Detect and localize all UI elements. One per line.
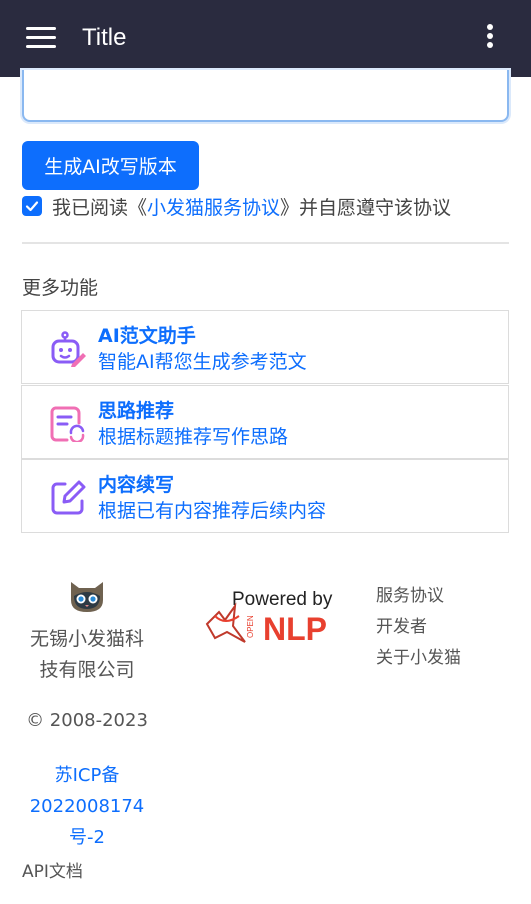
page-title: Title xyxy=(82,24,127,51)
powered-by-text: Powered by xyxy=(232,589,333,610)
document-refresh-icon xyxy=(50,406,85,442)
icp-line: 苏ICP备 xyxy=(54,765,120,786)
powered-by-opennlp-logo: Powered by OPEN NLP xyxy=(205,589,333,646)
content-textarea[interactable] xyxy=(22,70,509,122)
open-text: OPEN xyxy=(246,615,255,638)
agree-prefix: 我已阅读《 xyxy=(52,196,148,219)
feature-idea-recommend[interactable]: 思路推荐 根据标题推荐写作思路 xyxy=(21,385,509,459)
footer-link-developer[interactable]: 开发者 xyxy=(376,612,461,643)
hamburger-menu-icon[interactable] xyxy=(26,27,56,49)
more-vertical-icon[interactable] xyxy=(482,24,498,52)
feature-desc: 智能AI帮您生成参考范文 xyxy=(98,351,307,373)
nlp-text: NLP xyxy=(263,611,327,646)
edit-square-icon xyxy=(51,480,86,515)
footer-link-about[interactable]: 关于小发猫 xyxy=(376,643,461,674)
agreement-row: 我已阅读《 小发猫服务协议 》并自愿遵守该协议 xyxy=(22,193,452,220)
company-line: 无锡小发猫科 xyxy=(29,628,144,650)
agree-suffix: 》并自愿遵守该协议 xyxy=(280,196,452,219)
feature-content-continuation[interactable]: 内容续写 根据已有内容推荐后续内容 xyxy=(21,459,509,533)
feature-desc: 根据标题推荐写作思路 xyxy=(98,426,289,448)
section-divider xyxy=(22,242,509,244)
more-features-heading: 更多功能 xyxy=(22,277,99,299)
icp-license-link[interactable]: 苏ICP备 2022008174 号-2 xyxy=(22,760,152,853)
feature-desc: 根据已有内容推荐后续内容 xyxy=(98,500,327,522)
footer-links: 服务协议 开发者 关于小发猫 xyxy=(376,581,461,674)
generate-ai-rewrite-button[interactable]: 生成AI改写版本 xyxy=(22,141,199,190)
feature-title: 思路推荐 xyxy=(98,400,175,422)
feature-ai-essay-assistant[interactable]: AI范文助手 智能AI帮您生成参考范文 xyxy=(21,310,509,384)
copyright: © 2008-2023 xyxy=(26,710,148,731)
company-line: 技有限公司 xyxy=(39,659,135,681)
cat-logo-icon xyxy=(71,582,103,612)
footer-link-service-agreement[interactable]: 服务协议 xyxy=(376,581,461,612)
api-docs-link[interactable]: API文档 xyxy=(22,857,83,882)
agree-checkbox[interactable] xyxy=(22,196,42,216)
app-bar: Title xyxy=(0,0,531,77)
feature-title: 内容续写 xyxy=(98,474,175,496)
robot-pen-icon xyxy=(51,331,86,367)
company-logo xyxy=(22,578,152,618)
feature-title: AI范文助手 xyxy=(98,325,196,347)
icp-line: 2022008174 xyxy=(29,796,145,817)
icp-line: 号-2 xyxy=(69,827,105,848)
service-agreement-link[interactable]: 小发猫服务协议 xyxy=(147,193,280,220)
check-icon xyxy=(25,201,39,212)
company-name: 无锡小发猫科 技有限公司 xyxy=(22,624,152,686)
